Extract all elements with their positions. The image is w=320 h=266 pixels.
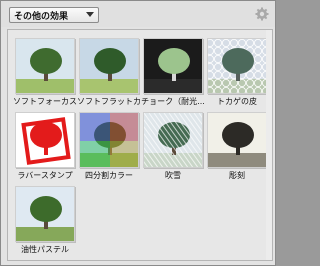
effect-tile[interactable]: ラバースタンプ bbox=[13, 110, 77, 180]
effect-label: ソフトフォーカス bbox=[13, 97, 77, 106]
effect-label: トカゲの皮 bbox=[217, 97, 257, 106]
effect-thumbnail bbox=[15, 38, 75, 94]
effect-tile[interactable]: 油性パステル bbox=[13, 184, 77, 254]
effect-thumbnail bbox=[15, 186, 75, 242]
effect-tile[interactable]: ソフトフラットカラー bbox=[77, 36, 141, 106]
effect-tile[interactable]: トカゲの皮 bbox=[205, 36, 269, 106]
effect-thumbnail bbox=[207, 38, 267, 94]
effect-label: ソフトフラットカラー bbox=[77, 97, 141, 106]
effect-thumbnail bbox=[143, 112, 203, 168]
effects-panel: その他の効果 ソフトフォーカスソフトフラットカラーチョーク（耐光... トカゲの皮… bbox=[0, 0, 276, 266]
effect-thumbnail bbox=[15, 112, 75, 168]
effect-tile[interactable]: ソフトフォーカス bbox=[13, 36, 77, 106]
dropdown-value: その他の効果 bbox=[14, 11, 69, 22]
effect-tile[interactable]: 彫刻 bbox=[205, 110, 269, 180]
effect-category-dropdown[interactable]: その他の効果 bbox=[9, 7, 99, 23]
gear-icon[interactable] bbox=[255, 7, 269, 21]
effect-thumbnail bbox=[143, 38, 203, 94]
effect-label: チョーク（耐光... bbox=[141, 97, 205, 106]
gallery-scrollbar[interactable] bbox=[266, 30, 272, 260]
effect-label: 四分割カラー bbox=[85, 171, 133, 180]
effects-grid: ソフトフォーカスソフトフラットカラーチョーク（耐光... トカゲの皮ラバースタンプ… bbox=[8, 30, 272, 260]
effect-thumbnail bbox=[79, 112, 139, 168]
chevron-down-icon bbox=[86, 12, 94, 17]
effect-tile[interactable]: チョーク（耐光... bbox=[141, 36, 205, 106]
effect-label: ラバースタンプ bbox=[17, 171, 73, 180]
effects-gallery: ソフトフォーカスソフトフラットカラーチョーク（耐光... トカゲの皮ラバースタンプ… bbox=[7, 29, 273, 261]
effect-label: 吹雪 bbox=[165, 171, 181, 180]
effect-tile[interactable]: 吹雪 bbox=[141, 110, 205, 180]
effect-tile[interactable]: 四分割カラー bbox=[77, 110, 141, 180]
effect-label: 油性パステル bbox=[21, 245, 69, 254]
effect-label: 彫刻 bbox=[229, 171, 245, 180]
effect-thumbnail bbox=[79, 38, 139, 94]
panel-toolbar: その他の効果 bbox=[1, 1, 275, 27]
effect-thumbnail bbox=[207, 112, 267, 168]
